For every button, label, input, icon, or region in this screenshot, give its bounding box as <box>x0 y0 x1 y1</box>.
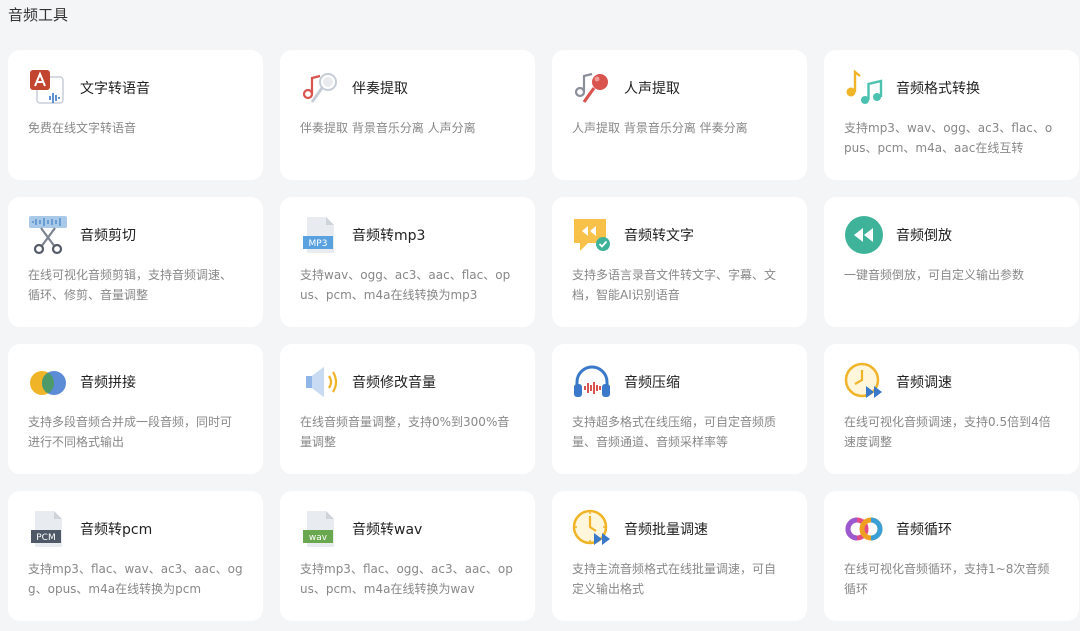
tool-title: 音频转文字 <box>624 228 694 244</box>
tool-title: 音频拼接 <box>80 375 136 391</box>
tool-description: 支持多段音频合并成一段音频，同时可进行不同格式输出 <box>28 415 233 449</box>
tool-grid: 文字转语音 免费在线文字转语音 伴奏提取 伴奏提取 背景音乐分离 人声分离 人声… <box>8 50 1079 621</box>
wav-file-icon: wav <box>303 511 334 547</box>
rewind-icon <box>845 216 883 254</box>
tool-title: 人声提取 <box>624 81 680 97</box>
tool-title: 音频批量调速 <box>624 522 708 538</box>
tool-card-to-mp3[interactable]: MP3 音频转mp3 支持wav、ogg、ac3、aac、flac、opus、p… <box>280 197 535 327</box>
tool-description: 支持mp3、flac、wav、ac3、aac、ogg、opus、m4a在线转换为… <box>28 562 243 596</box>
tool-description: 支持多语言录音文件转文字、字幕、文档，智能AI识别语音 <box>572 268 777 302</box>
tool-title: 音频剪切 <box>80 228 136 244</box>
tool-description: 人声提取 背景音乐分离 伴奏分离 <box>572 121 748 135</box>
tool-description: 在线可视化音频循环，支持1~8次音频循环 <box>844 562 1050 596</box>
pcm-file-icon: PCM <box>31 511 62 547</box>
tool-title: 音频倒放 <box>896 228 952 244</box>
tool-card-compress[interactable]: 音频压缩 支持超多格式在线压缩，可自定音频质量、音频通道、音频采样率等 <box>552 344 807 474</box>
music-notes-icon <box>846 69 883 104</box>
tool-description: 支持超多格式在线压缩，可自定音频质量、音频通道、音频采样率等 <box>572 415 777 449</box>
tool-title: 文字转语音 <box>80 81 150 97</box>
tool-title: 音频修改音量 <box>352 375 436 391</box>
tool-card-batch-speed[interactable]: 音频批量调速 支持主流音频格式在线批量调速，可自定义输出格式 <box>552 491 807 621</box>
tool-description: 支持mp3、flac、ogg、ac3、aac、opus、pcm、m4a在线转换为… <box>300 562 513 596</box>
scissors-icon <box>29 216 67 255</box>
speed-clock-icon <box>844 362 882 398</box>
mp3-file-icon: MP3 <box>303 217 334 253</box>
audio-to-text-icon <box>574 219 610 251</box>
section-title: 音频工具 <box>8 6 69 24</box>
tool-card-merge[interactable]: 音频拼接 支持多段音频合并成一段音频，同时可进行不同格式输出 <box>8 344 263 474</box>
headphones-icon <box>574 365 610 397</box>
tool-card-text-to-speech[interactable]: 文字转语音 免费在线文字转语音 <box>8 50 263 180</box>
tool-card-loop[interactable]: 音频循环 在线可视化音频循环，支持1~8次音频循环 <box>824 491 1079 621</box>
svg-text:wav: wav <box>309 533 328 543</box>
tool-card-audio-cut[interactable]: 音频剪切 在线可视化音频剪辑，支持音频调速、循环、修剪、音量调整 <box>8 197 263 327</box>
tool-title: 音频转mp3 <box>352 228 426 244</box>
tool-title: 音频格式转换 <box>896 81 980 97</box>
loop-circles-icon <box>845 517 883 541</box>
tool-description: 在线可视化音频剪辑，支持音频调速、循环、修剪、音量调整 <box>28 268 233 302</box>
merge-circles-icon <box>30 371 66 395</box>
tool-description: 免费在线文字转语音 <box>28 121 137 135</box>
tool-title: 音频压缩 <box>624 375 680 391</box>
tool-card-vocal-extract[interactable]: 人声提取 人声提取 背景音乐分离 伴奏分离 <box>552 50 807 180</box>
batch-speed-icon <box>572 509 610 545</box>
tool-description: 伴奏提取 背景音乐分离 人声分离 <box>300 121 476 135</box>
tool-card-format-convert[interactable]: 音频格式转换 支持mp3、wav、ogg、ac3、flac、opus、pcm、m… <box>824 50 1079 180</box>
tool-card-to-wav[interactable]: wav 音频转wav 支持mp3、flac、ogg、ac3、aac、opus、p… <box>280 491 535 621</box>
svg-text:MP3: MP3 <box>309 239 328 249</box>
tool-title: 音频调速 <box>896 375 952 391</box>
tool-title: 伴奏提取 <box>352 81 408 97</box>
tool-card-reverse[interactable]: 音频倒放 一键音频倒放，可自定义输出参数 <box>824 197 1079 327</box>
tool-card-audio-to-text[interactable]: 音频转文字 支持多语言录音文件转文字、字幕、文档，智能AI识别语音 <box>552 197 807 327</box>
text-to-speech-icon <box>30 70 64 104</box>
tool-description: 在线可视化音频调速，支持0.5倍到4倍速度调整 <box>844 415 1051 449</box>
tool-title: 音频转pcm <box>80 522 153 538</box>
tool-description: 支持mp3、wav、ogg、ac3、flac、opus、pcm、m4a、aac在… <box>844 121 1053 155</box>
tool-card-accompaniment-extract[interactable]: 伴奏提取 伴奏提取 背景音乐分离 人声分离 <box>280 50 535 180</box>
tool-description: 支持主流音频格式在线批量调速，可自定义输出格式 <box>572 562 777 596</box>
tool-card-to-pcm[interactable]: PCM 音频转pcm 支持mp3、flac、wav、ac3、aac、ogg、op… <box>8 491 263 621</box>
svg-text:PCM: PCM <box>36 533 55 543</box>
speaker-icon <box>306 367 338 397</box>
tool-title: 音频循环 <box>896 522 952 538</box>
tool-description: 在线音频音量调整，支持0%到300%音量调整 <box>300 415 510 449</box>
tool-card-speed[interactable]: 音频调速 在线可视化音频调速，支持0.5倍到4倍速度调整 <box>824 344 1079 474</box>
tool-description: 一键音频倒放，可自定义输出参数 <box>844 268 1025 282</box>
tool-description: 支持wav、ogg、ac3、aac、flac、opus、pcm、m4a在线转换为… <box>300 268 511 302</box>
tool-title: 音频转wav <box>352 522 423 538</box>
tool-card-volume[interactable]: 音频修改音量 在线音频音量调整，支持0%到300%音量调整 <box>280 344 535 474</box>
vocal-extract-icon <box>574 72 608 103</box>
accompaniment-extract-icon <box>302 73 337 103</box>
